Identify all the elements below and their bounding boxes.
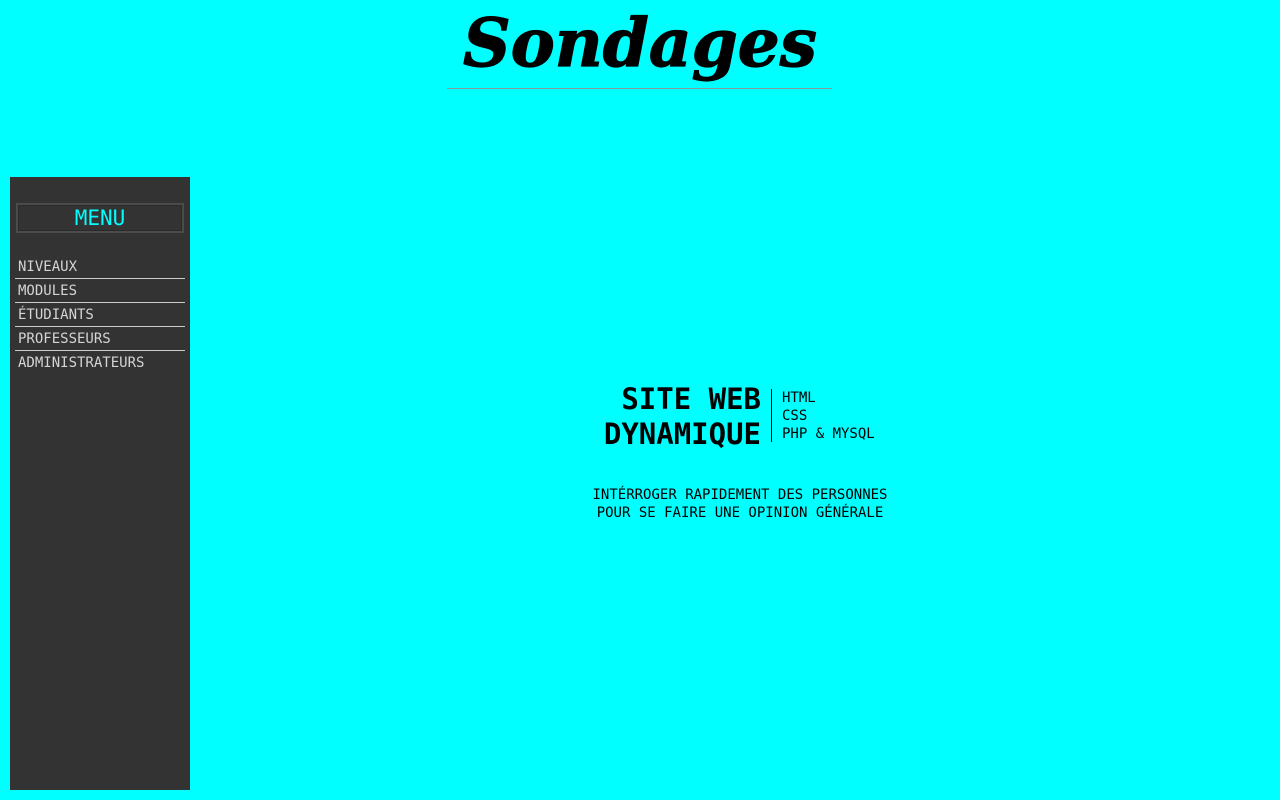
hero-title: SITE WEB DYNAMIQUE <box>604 382 761 452</box>
sidebar-item-etudiants[interactable]: ÉTUDIANTS <box>15 303 185 327</box>
hero-divider <box>771 389 772 442</box>
page-header: Sondages <box>0 0 1280 92</box>
tech-item-html: HTML <box>782 390 816 406</box>
sidebar-item-administrateurs[interactable]: ADMINISTRATEURS <box>15 351 185 374</box>
tagline-line2: POUR SE FAIRE UNE OPINION GÉNÉRALE <box>596 505 884 521</box>
site-logo-text: Sondages <box>463 4 817 82</box>
header-divider <box>447 88 832 89</box>
sidebar-menu: MENU NIVEAUX MODULES ÉTUDIANTS PROFESSEU… <box>10 177 190 790</box>
site-logo[interactable]: Sondages <box>0 0 1280 88</box>
tagline-line1: INTÉRROGER RAPIDEMENT DES PERSONNES <box>592 487 888 503</box>
tech-item-php-mysql: PHP & MYSQL <box>782 426 875 442</box>
sidebar-item-niveaux[interactable]: NIVEAUX <box>15 255 185 279</box>
hero-section: SITE WEB DYNAMIQUE HTML CSS PHP & MYSQL <box>560 378 920 458</box>
tagline: INTÉRROGER RAPIDEMENT DES PERSONNES POUR… <box>440 486 1040 522</box>
tech-item-css: CSS <box>782 408 808 424</box>
sidebar-item-professeurs[interactable]: PROFESSEURS <box>15 327 185 351</box>
tech-list: HTML CSS PHP & MYSQL <box>782 389 875 443</box>
hero-title-line2: DYNAMIQUE <box>603 417 761 451</box>
hero-title-line1: SITE WEB <box>621 382 761 416</box>
menu-title: MENU <box>16 203 184 233</box>
menu-list: NIVEAUX MODULES ÉTUDIANTS PROFESSEURS AD… <box>15 255 185 374</box>
sidebar-item-modules[interactable]: MODULES <box>15 279 185 303</box>
